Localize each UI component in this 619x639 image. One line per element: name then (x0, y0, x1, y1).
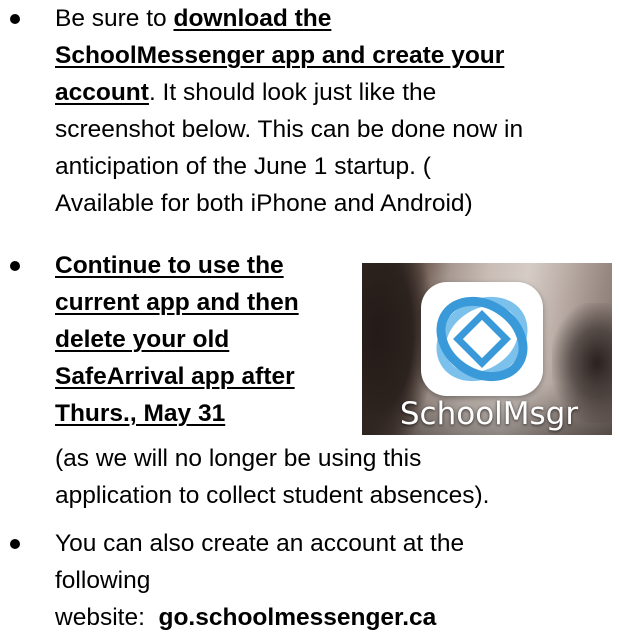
bullet-dot (10, 261, 20, 271)
app-icon-screenshot: SchoolMsgr (362, 263, 612, 435)
text-run: Be sure to (55, 5, 174, 32)
text-line: application to collect student absences)… (55, 482, 490, 509)
text-line: screenshot below. This can be done now i… (55, 116, 524, 143)
app-label: SchoolMsgr (399, 396, 579, 432)
text-run: . It should look just like the (148, 79, 437, 106)
text-line: SchoolMessenger app and create your (55, 42, 505, 69)
text-line: anticipation of the June 1 startup. ( (55, 153, 431, 180)
text-line: delete your old (55, 326, 230, 353)
text-line: following (55, 567, 151, 594)
schoolmessenger-app-icon (421, 282, 543, 396)
text-line: You can also create an account at the (55, 530, 465, 557)
text-run: account (55, 79, 149, 106)
bullet-dot (10, 14, 20, 24)
text-line: (as we will no longer be using this (55, 445, 422, 472)
text-line: current app and then (55, 289, 299, 316)
text-line: SafeArrival app after (55, 363, 295, 390)
download-app-link-text: download the (173, 5, 332, 32)
text-line: account. It should look just like the (55, 74, 436, 111)
bullet-dot (10, 539, 20, 549)
text-line: Continue to use the (55, 252, 284, 279)
website-url-text: go.schoolmessenger.ca (158, 604, 437, 631)
text-line: Thurs., May 31 (55, 400, 226, 427)
text-line: website: go.schoolmessenger.ca (55, 599, 436, 636)
text-line: Be sure to download the (55, 0, 331, 37)
text-run: website: (55, 604, 159, 631)
text-line: Available for both iPhone and Android) (55, 190, 473, 217)
